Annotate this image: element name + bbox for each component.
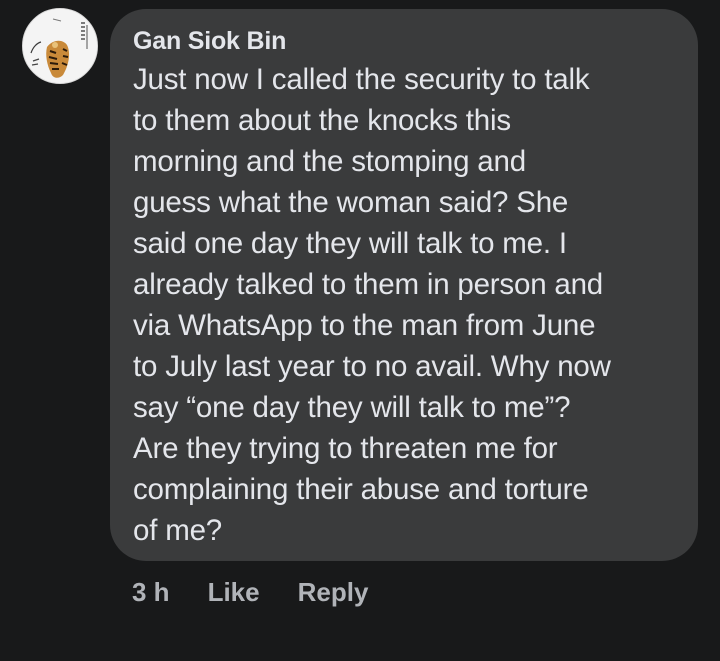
comment-text-line: said one day they will talk to me. I [133, 227, 567, 260]
avatar[interactable] [22, 8, 98, 84]
comment-text-line: to July last year to no avail. Why now [133, 350, 611, 383]
tiger-profile-picture-icon [23, 9, 97, 83]
comment-text-line: already talked to them in person and [133, 268, 604, 301]
comment-actions: 3 h Like Reply [132, 572, 368, 612]
comment-text-line: Just now I called the security to talk [133, 63, 590, 96]
comment-text-line: Are they trying to threaten me for [133, 432, 558, 465]
comment-bubble: Gan Siok Bin Just now I called the secur… [110, 9, 698, 561]
author-name[interactable]: Gan Siok Bin [133, 25, 674, 57]
comment: Gan Siok Bin Just now I called the secur… [0, 0, 720, 661]
comment-text-line: guess what the woman said? She [133, 186, 569, 219]
like-button[interactable]: Like [208, 577, 260, 608]
reply-button[interactable]: Reply [298, 577, 369, 608]
comment-text-line: complaining their abuse and torture [133, 473, 589, 506]
comment-text-line: to them about the knocks this [133, 104, 511, 137]
comment-text-line: of me? [133, 514, 222, 547]
comment-timestamp[interactable]: 3 h [132, 577, 170, 608]
comment-text: Just now I called the security to talk t… [133, 59, 674, 551]
comment-text-line: say “one day they will talk to me”? [133, 391, 571, 424]
comment-text-line: morning and the stomping and [133, 145, 526, 178]
comment-text-line: via WhatsApp to the man from June [133, 309, 596, 342]
